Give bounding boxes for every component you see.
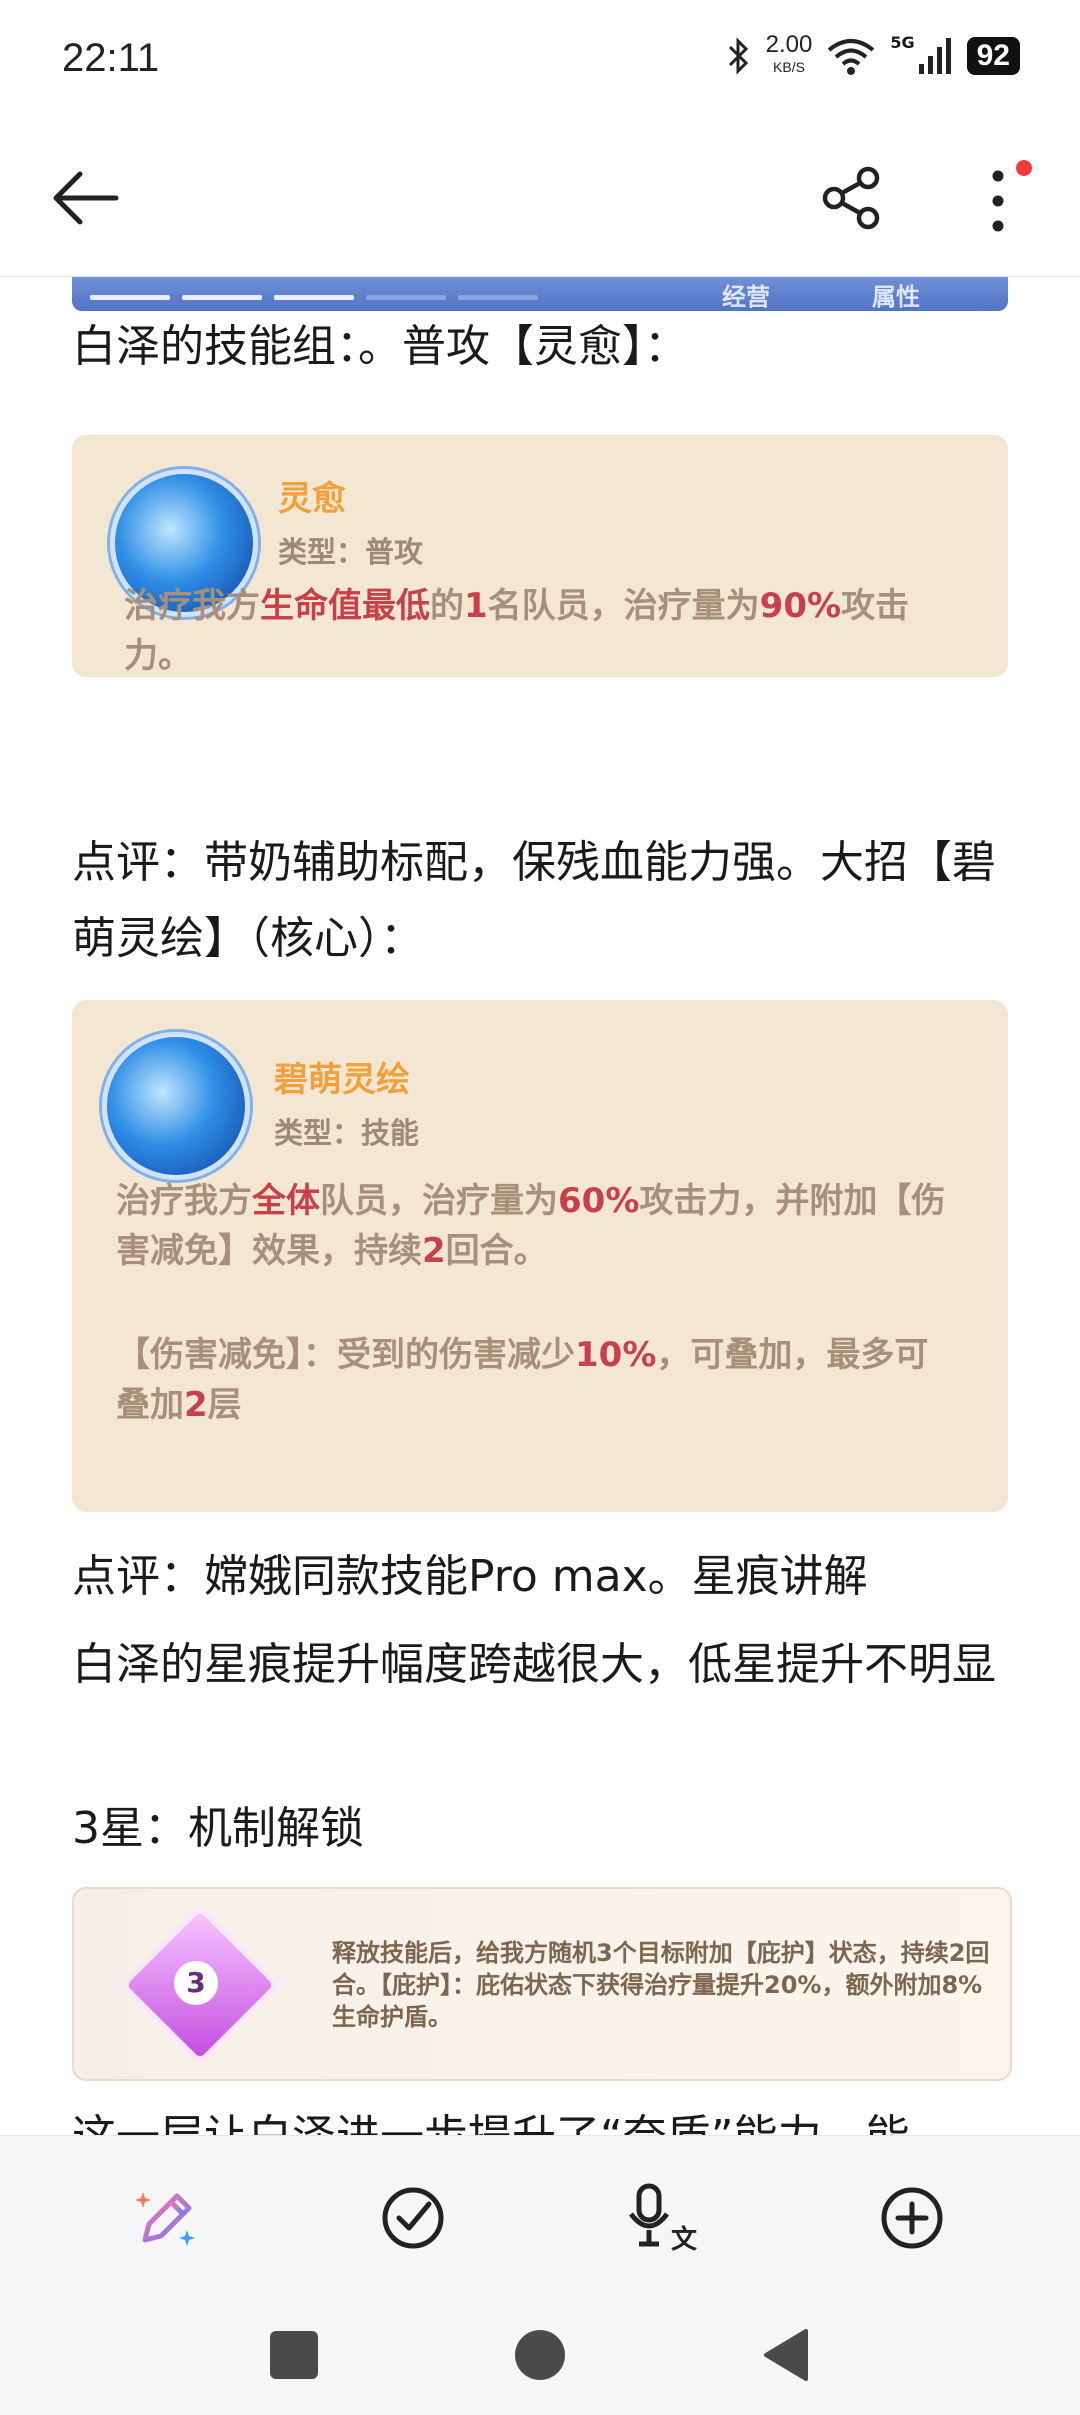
bluetooth-icon [728, 37, 748, 75]
skill-description: 治疗我方生命值最低的1名队员，治疗量为90%攻击力。 [124, 586, 910, 676]
image-banner-partial: 经营 属性 [72, 277, 1008, 311]
star-level-badge: 3 [174, 1961, 218, 2005]
nav-home-icon[interactable] [514, 2329, 566, 2381]
article-content[interactable]: 经营 属性 白泽的技能组：。普攻【灵愈】： 灵愈 类型：普攻 治疗我方生命值最低… [0, 277, 1080, 2135]
skill-effect-description: 【伤害减免】：受到的伤害减少10%，可叠加，最多可叠加2层 [116, 1335, 929, 1425]
back-arrow-icon[interactable] [50, 170, 120, 226]
net-speed-value: 2.00 [765, 31, 813, 58]
bottom-toolbar: 文 [0, 2135, 1080, 2415]
banner-label-left: 经营 [722, 283, 770, 311]
skill-name: 碧萌灵绘 [274, 1060, 410, 1100]
star-level-description: 释放技能后，给我方随机3个目标附加【庇护】状态，持续2回合。【庇护】：庇佑状态下… [332, 1939, 990, 2031]
status-icons: 2.00 KB/S 5G 92 [726, 31, 1020, 78]
battery-indicator: 92 [966, 37, 1020, 75]
share-icon[interactable] [820, 166, 884, 230]
net-speed-unit: KB/S [773, 59, 805, 75]
wifi-icon [828, 39, 875, 75]
skill-description: 治疗我方全体队员，治疗量为60%攻击力，并附加【伤害减免】效果，持续2回合。 [116, 1181, 946, 1271]
check-circle-icon[interactable] [373, 2178, 453, 2258]
paragraph-3: 点评：嫦娥同款技能Pro max。星痕讲解 [72, 1551, 868, 1602]
notification-dot [1016, 160, 1032, 176]
paragraph-1: 白泽的技能组：。普攻【灵愈】： [72, 321, 688, 372]
paragraph-6: 这一层让白泽进一步提升了“奈质”能力，能 [72, 2099, 1008, 2135]
network-type: 5G [890, 32, 915, 52]
more-options-icon[interactable] [978, 166, 1018, 236]
paragraph-2: 点评：带奶辅助标配，保残血能力强。大招【碧萌灵绘】（核心）： [72, 837, 996, 964]
signal-icon [918, 38, 951, 74]
paragraph-4: 白泽的星痕提升幅度跨越很大，低星提升不明显 [72, 1639, 996, 1690]
paragraph-5: 3星：机制解锁 [72, 1803, 364, 1854]
svg-text:文: 文 [671, 2224, 698, 2255]
ai-pen-icon[interactable] [127, 2178, 207, 2258]
skill-orb-icon [102, 1032, 250, 1180]
net-speed: 2.00 KB/S [765, 31, 813, 78]
add-circle-icon[interactable] [872, 2178, 952, 2258]
skill-card-bimeng-linghui: 碧萌灵绘 类型：技能 治疗我方全体队员，治疗量为60%攻击力，并附加【伤害减免】… [72, 1000, 1008, 1512]
nav-recents-icon[interactable] [268, 2329, 320, 2381]
skill-name: 灵愈 [278, 479, 346, 519]
skill-type: 类型：普攻 [278, 535, 424, 569]
banner-label-right: 属性 [872, 283, 920, 311]
nav-back-icon[interactable] [760, 2329, 812, 2381]
skill-card-lingyu: 灵愈 类型：普攻 治疗我方生命值最低的1名队员，治疗量为90%攻击力。 [72, 435, 1008, 677]
voice-translate-icon[interactable]: 文 [625, 2178, 705, 2258]
star-level-card: 3 释放技能后，给我方随机3个目标附加【庇护】状态，持续2回合。【庇护】：庇佑状… [72, 1887, 1012, 2081]
status-time: 22:11 [62, 36, 160, 80]
status-bar: 22:11 2.00 KB/S 5G 92 [0, 0, 1080, 120]
app-bar [0, 120, 1080, 277]
skill-type: 类型：技能 [274, 1116, 420, 1150]
